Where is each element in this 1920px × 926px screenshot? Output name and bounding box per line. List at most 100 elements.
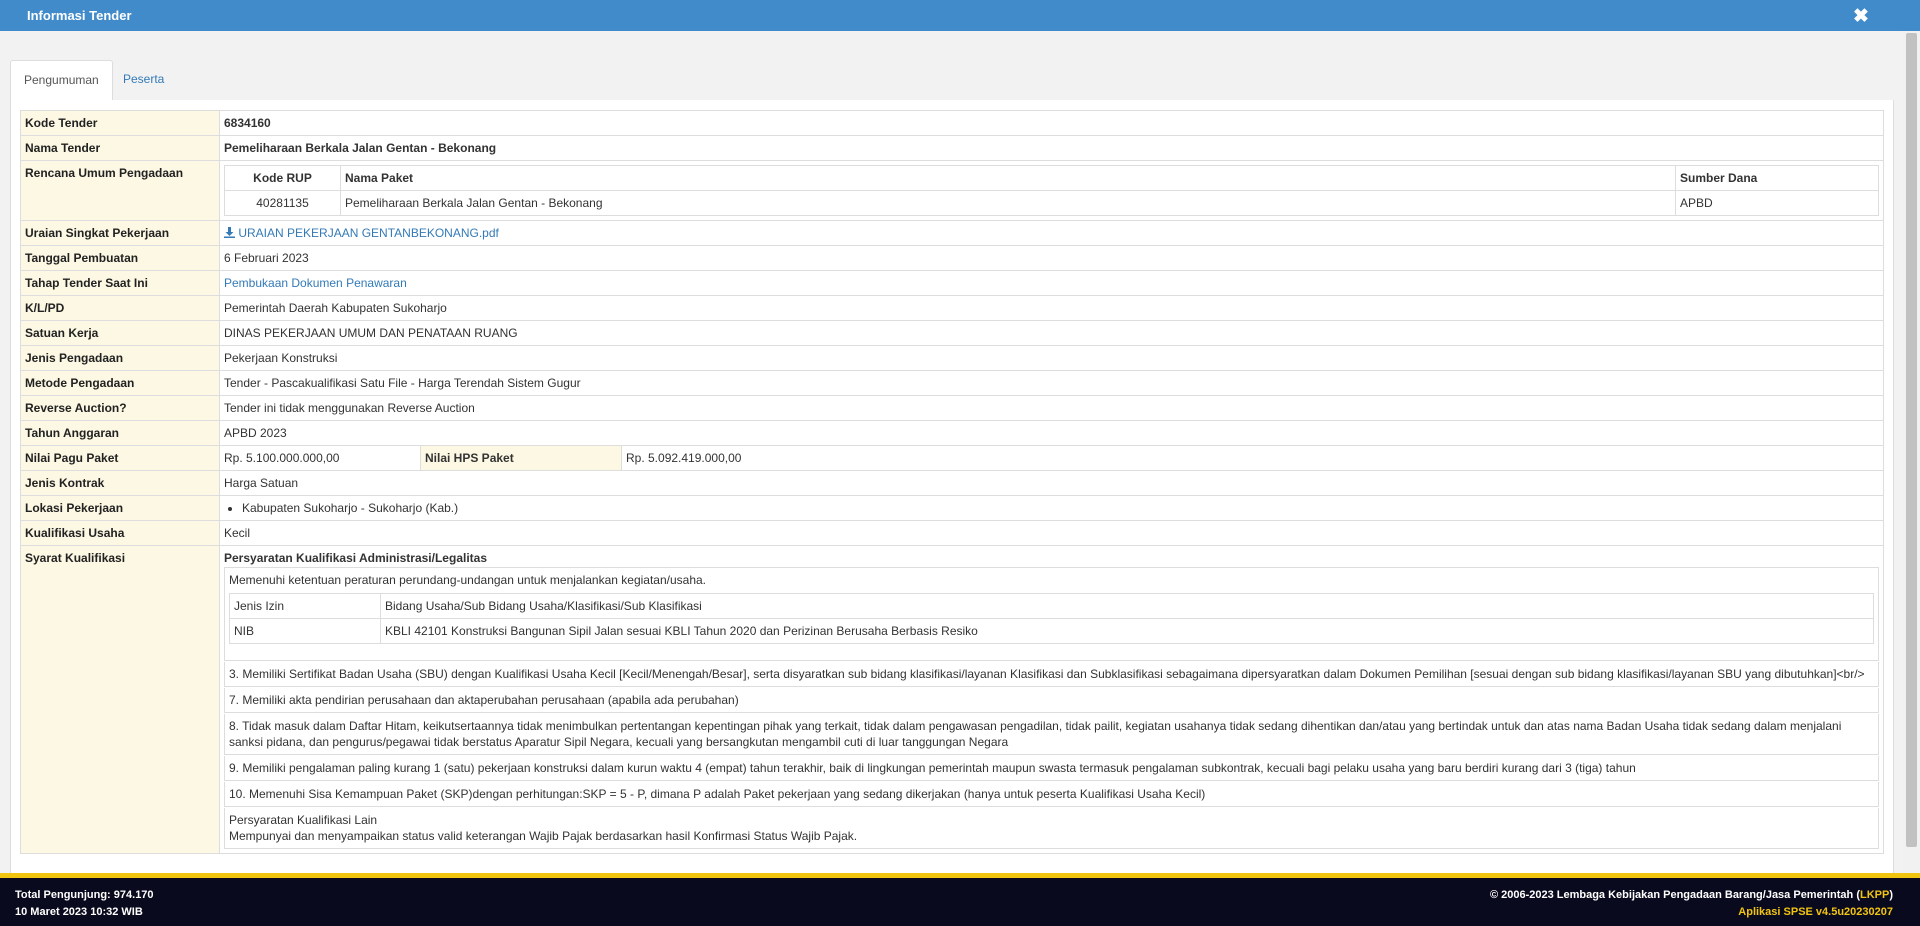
syarat-item: 7. Memiliki akta pendirian perusahaan da… [224,688,1879,713]
syarat-intro: Memenuhi ketentuan peraturan perundang-u… [229,573,707,587]
row-pagu: Nilai Pagu Paket Rp. 5.100.000.000,00 Ni… [20,445,1884,471]
label-tahap: Tahap Tender Saat Ini [20,270,220,296]
label-klpd: K/L/PD [20,295,220,321]
label-jenis-kontrak: Jenis Kontrak [20,470,220,496]
rup-sumber: APBD [1675,190,1879,216]
value-klpd: Pemerintah Daerah Kabupaten Sukoharjo [219,295,1884,321]
row-lokasi: Lokasi Pekerjaan Kabupaten Sukoharjo - S… [20,495,1884,521]
syarat-lain-box: Persyaratan Kualifikasi Lain Mempunyai d… [224,808,1879,849]
rup-header-nama: Nama Paket [340,165,1676,191]
label-uraian: Uraian Singkat Pekerjaan [20,220,220,246]
row-klpd: K/L/PD Pemerintah Daerah Kabupaten Sukoh… [20,295,1884,321]
value-tanggal: 6 Februari 2023 [219,245,1884,271]
row-jenis-kontrak: Jenis Kontrak Harga Satuan [20,470,1884,496]
syarat-cell: Persyaratan Kualifikasi Administrasi/Leg… [219,545,1884,854]
row-uraian: Uraian Singkat Pekerjaan URAIAN PEKERJAA… [20,220,1884,246]
rup-header-sumber: Sumber Dana [1675,165,1879,191]
izin-jenis: NIB [229,618,381,644]
izin-bidang: KBLI 42101 Konstruksi Bangunan Sipil Jal… [380,618,1874,644]
syarat-item: 3. Memiliki Sertifikat Badan Usaha (SBU)… [224,662,1879,687]
lkpp-link[interactable]: LKPP [1860,889,1889,901]
table-row: NIB KBLI 42101 Konstruksi Bangunan Sipil… [229,618,1874,644]
rup-table: Kode RUP Nama Paket Sumber Dana 40281135… [224,165,1879,216]
table-row: 40281135 Pemeliharaan Berkala Jalan Gent… [224,190,1879,216]
tab-peserta[interactable]: Peserta [110,60,177,99]
scrollbar[interactable] [1903,31,1920,873]
label-syarat: Syarat Kualifikasi [20,545,220,854]
visitor-count: Total Pengunjung: 974.170 [15,889,154,901]
row-kode-tender: Kode Tender 6834160 [20,110,1884,136]
uraian-cell: URAIAN PEKERJAAN GENTANBEKONANG.pdf [219,220,1884,246]
value-satuan-kerja: DINAS PEKERJAAN UMUM DAN PENATAAN RUANG [219,320,1884,346]
row-tahap: Tahap Tender Saat Ini Pembukaan Dokumen … [20,270,1884,296]
rup-header-kode: Kode RUP [224,165,341,191]
label-hps: Nilai HPS Paket [420,445,622,471]
uraian-file-name: URAIAN PEKERJAAN GENTANBEKONANG.pdf [238,226,499,240]
izin-header-bidang: Bidang Usaha/Sub Bidang Usaha/Klasifikas… [380,593,1874,619]
rup-nama: Pemeliharaan Berkala Jalan Gentan - Beko… [340,190,1676,216]
label-satuan-kerja: Satuan Kerja [20,320,220,346]
tab-bar: Pengumuman Peserta [10,60,1894,101]
label-jenis-pengadaan: Jenis Pengadaan [20,345,220,371]
lokasi-list: Kabupaten Sukoharjo - Sukoharjo (Kab.) [224,500,1879,516]
label-kode-tender: Kode Tender [20,110,220,136]
row-jenis-pengadaan: Jenis Pengadaan Pekerjaan Konstruksi [20,345,1884,371]
syarat-item: 9. Memiliki pengalaman paling kurang 1 (… [224,756,1879,781]
syarat-heading: Persyaratan Kualifikasi Administrasi/Leg… [224,551,487,565]
rup-kode: 40281135 [224,190,341,216]
footer-copyright: © 2006-2023 Lembaga Kebijakan Pengadaan … [1489,889,1893,901]
label-lokasi: Lokasi Pekerjaan [20,495,220,521]
syarat-lain-text: Mempunyai dan menyampaikan status valid … [229,829,858,843]
row-tanggal: Tanggal Pembuatan 6 Februari 2023 [20,245,1884,271]
row-rup: Rencana Umum Pengadaan Kode RUP Nama Pak… [20,160,1884,221]
izin-table: Jenis Izin Bidang Usaha/Sub Bidang Usaha… [229,593,1874,644]
scrollbar-thumb[interactable] [1906,33,1917,847]
row-metode: Metode Pengadaan Tender - Pascakualifika… [20,370,1884,396]
value-tahun: APBD 2023 [219,420,1884,446]
footer: Total Pengunjung: 974.170 10 Maret 2023 … [0,873,1920,926]
value-jenis-kontrak: Harga Satuan [219,470,1884,496]
label-tahun: Tahun Anggaran [20,420,220,446]
modal-title: Informasi Tender [27,8,132,23]
syarat-lain-heading: Persyaratan Kualifikasi Lain [229,813,378,827]
syarat-item: 10. Memenuhi Sisa Kemampuan Paket (SKP)d… [224,782,1879,807]
label-reverse: Reverse Auction? [20,395,220,421]
tender-info-table: Kode Tender 6834160 Nama Tender Pemeliha… [20,110,1884,854]
list-item: Kabupaten Sukoharjo - Sukoharjo (Kab.) [242,500,1879,516]
close-icon[interactable]: ✖ [1850,6,1872,28]
value-metode: Tender - Pascakualifikasi Satu File - Ha… [219,370,1884,396]
download-icon [224,227,235,238]
value-nama-tender: Pemeliharaan Berkala Jalan Gentan - Beko… [219,135,1884,161]
tahap-link[interactable]: Pembukaan Dokumen Penawaran [224,276,407,290]
row-nama-tender: Nama Tender Pemeliharaan Berkala Jalan G… [20,135,1884,161]
label-rup: Rencana Umum Pengadaan [20,160,220,221]
izin-header-jenis: Jenis Izin [229,593,381,619]
uraian-file-link[interactable]: URAIAN PEKERJAAN GENTANBEKONANG.pdf [224,226,499,240]
app-version: Aplikasi SPSE v4.5u20230207 [1738,906,1893,918]
lokasi-cell: Kabupaten Sukoharjo - Sukoharjo (Kab.) [219,495,1884,521]
row-tahun: Tahun Anggaran APBD 2023 [20,420,1884,446]
tab-pengumuman[interactable]: Pengumuman [10,60,113,101]
row-reverse: Reverse Auction? Tender ini tidak menggu… [20,395,1884,421]
value-kode-tender: 6834160 [219,110,1884,136]
label-nama-tender: Nama Tender [20,135,220,161]
row-syarat: Syarat Kualifikasi Persyaratan Kualifika… [20,545,1884,854]
tahap-cell: Pembukaan Dokumen Penawaran [219,270,1884,296]
row-kualifikasi-usaha: Kualifikasi Usaha Kecil [20,520,1884,546]
syarat-admin-box: Memenuhi ketentuan peraturan perundang-u… [224,567,1879,661]
label-metode: Metode Pengadaan [20,370,220,396]
label-pagu: Nilai Pagu Paket [20,445,220,471]
syarat-item: 8. Tidak masuk dalam Daftar Hitam, keiku… [224,714,1879,755]
rup-cell: Kode RUP Nama Paket Sumber Dana 40281135… [219,160,1884,221]
value-reverse: Tender ini tidak menggunakan Reverse Auc… [219,395,1884,421]
modal-body: Pengumuman Peserta Kode Tender 6834160 N… [10,31,1894,873]
value-kualifikasi-usaha: Kecil [219,520,1884,546]
label-kualifikasi-usaha: Kualifikasi Usaha [20,520,220,546]
row-satuan-kerja: Satuan Kerja DINAS PEKERJAAN UMUM DAN PE… [20,320,1884,346]
label-tanggal: Tanggal Pembuatan [20,245,220,271]
value-hps: Rp. 5.092.419.000,00 [621,445,1884,471]
footer-datetime: 10 Maret 2023 10:32 WIB [15,906,143,918]
value-jenis-pengadaan: Pekerjaan Konstruksi [219,345,1884,371]
value-pagu: Rp. 5.100.000.000,00 [219,445,421,471]
modal-header: Informasi Tender ✖ [0,0,1920,31]
